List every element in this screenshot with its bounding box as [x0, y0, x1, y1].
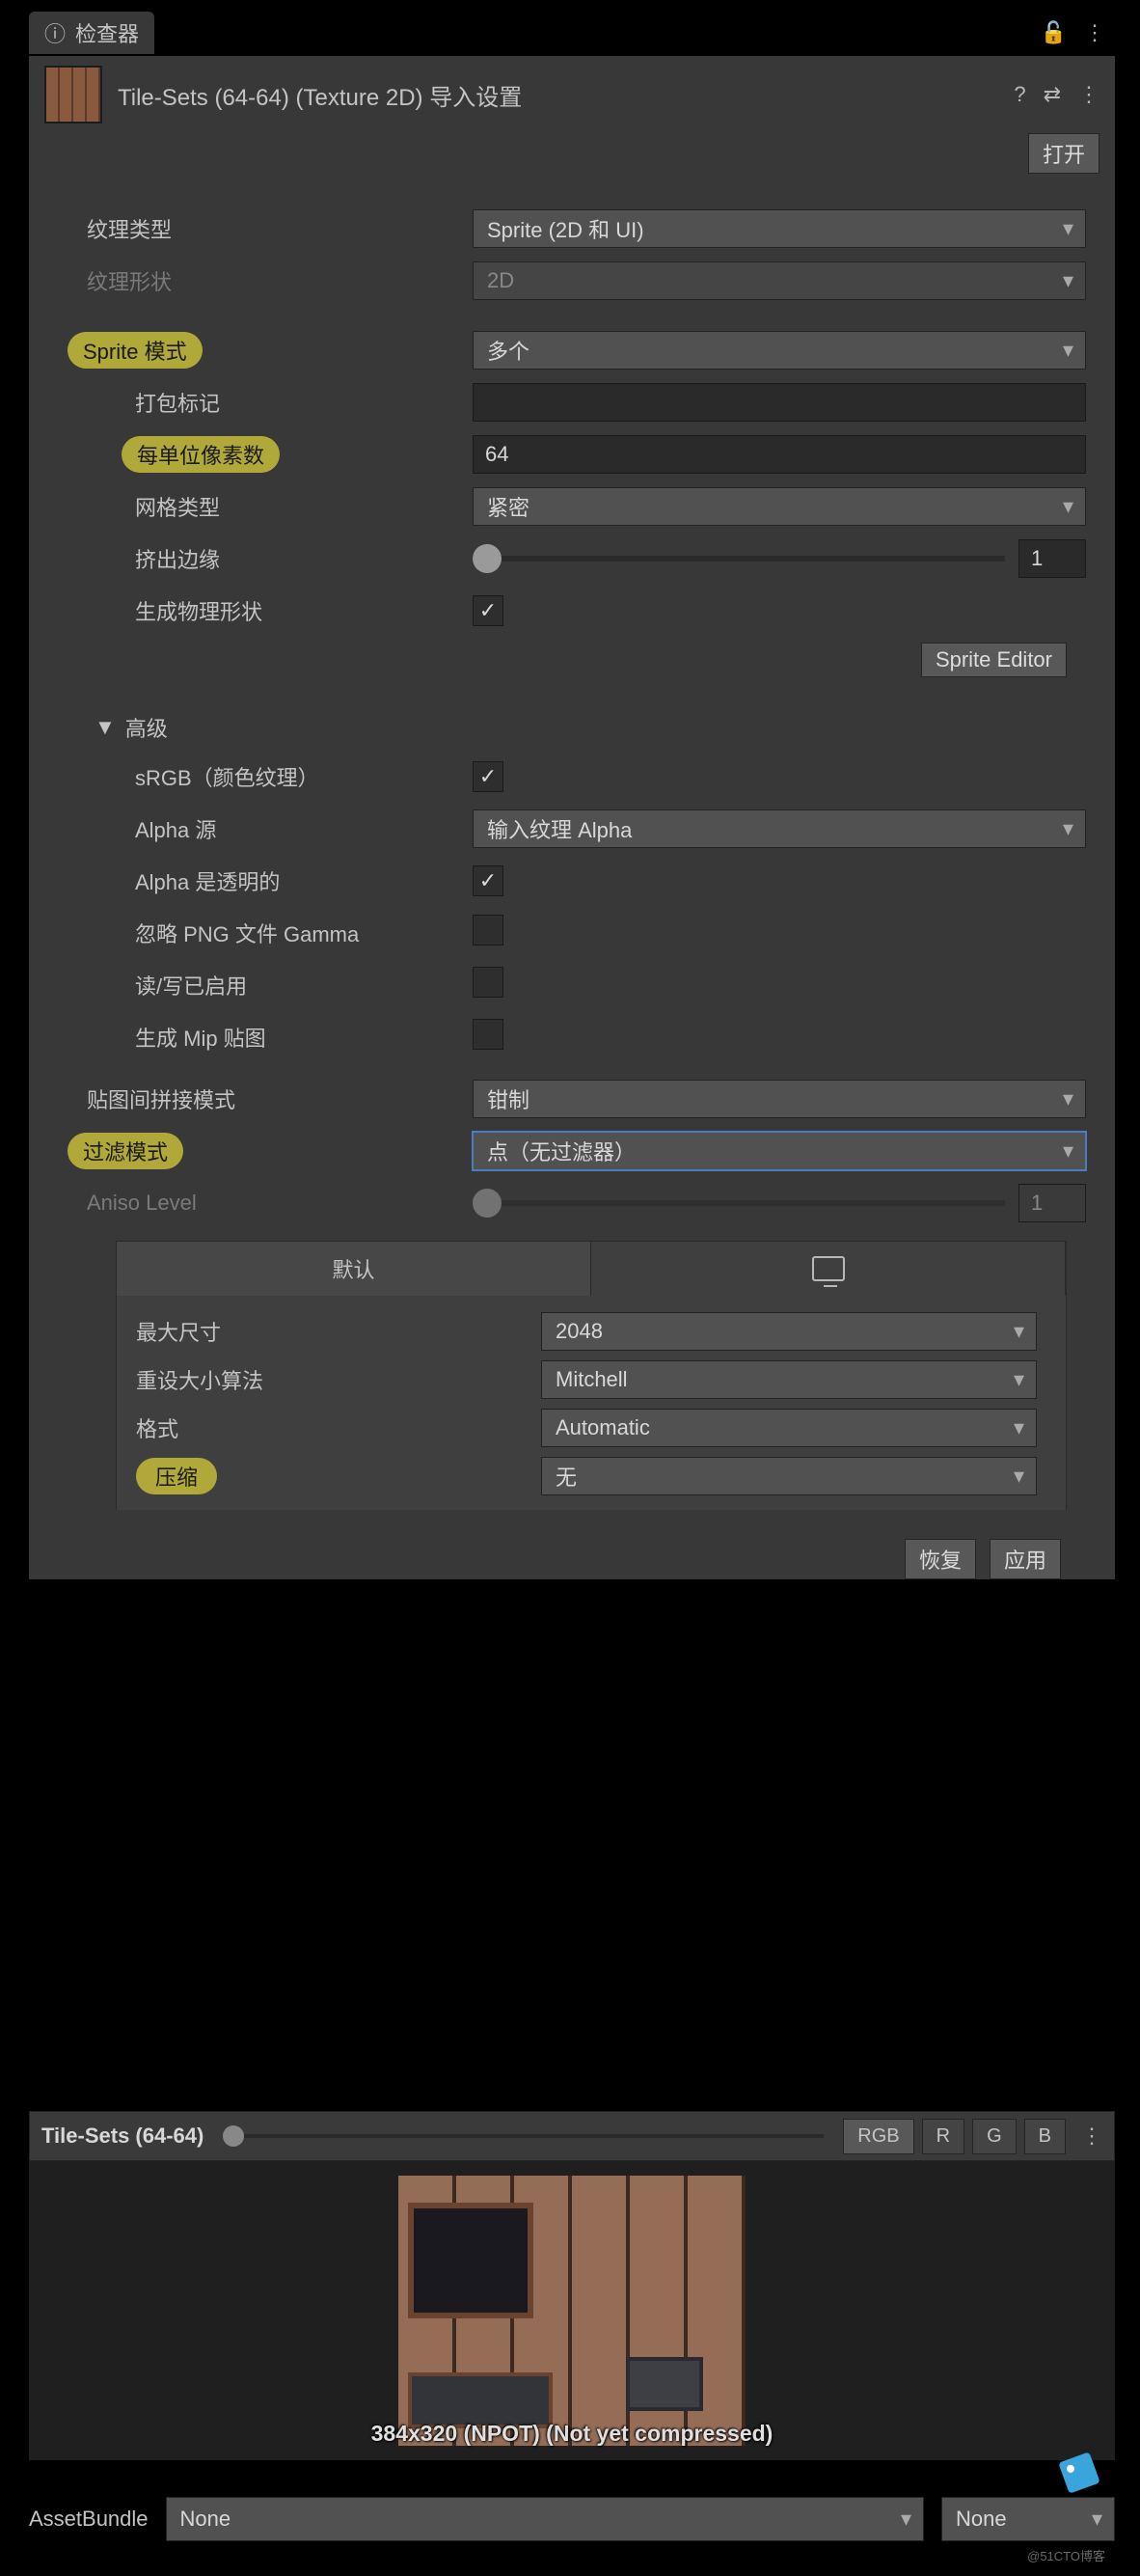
channel-g-button[interactable]: G — [972, 2119, 1017, 2154]
channel-r-button[interactable]: R — [922, 2119, 964, 2154]
label-srgb: sRGB（颜色纹理） — [68, 761, 473, 792]
label-resize-algo: 重设大小算法 — [136, 1364, 541, 1395]
slider-extrude[interactable] — [473, 556, 1005, 562]
dropdown-texture-type[interactable]: Sprite (2D 和 UI) — [473, 209, 1086, 248]
dropdown-mesh-type[interactable]: 紧密 — [473, 487, 1086, 526]
label-wrap-mode: 贴图间拼接模式 — [68, 1083, 473, 1114]
label-extrude: 挤出边缘 — [68, 543, 473, 574]
more-vert-icon[interactable]: ⋮ — [1078, 82, 1099, 107]
more-vert-icon[interactable]: ⋮ — [1081, 2124, 1102, 2149]
apply-button[interactable]: 应用 — [990, 1539, 1061, 1579]
dropdown-alpha-src[interactable]: 输入纹理 Alpha — [473, 809, 1086, 848]
dropdown-sprite-mode[interactable]: 多个 — [473, 331, 1086, 370]
chevron-down-icon: ▼ — [95, 715, 116, 740]
channel-b-button[interactable]: B — [1024, 2119, 1066, 2154]
dropdown-texture-shape: 2D — [473, 261, 1086, 300]
input-packing-tag[interactable] — [473, 383, 1086, 422]
preview-image: 384x320 (NPOT) (Not yet compressed) — [29, 2161, 1115, 2460]
info-icon: ⓘ — [44, 17, 66, 48]
preset-icon[interactable]: ⇄ — [1044, 82, 1061, 107]
label-alpha-trans: Alpha 是透明的 — [68, 865, 473, 896]
revert-button[interactable]: 恢复 — [905, 1539, 976, 1579]
lock-open-icon[interactable]: 🔓 — [1041, 20, 1067, 45]
label-packing-tag: 打包标记 — [68, 387, 473, 418]
monitor-icon — [812, 1256, 845, 1281]
preview-caption: 384x320 (NPOT) (Not yet compressed) — [29, 2421, 1115, 2447]
sprite-editor-button[interactable]: Sprite Editor — [921, 643, 1067, 677]
more-vert-icon[interactable]: ⋮ — [1084, 20, 1105, 45]
foldout-advanced[interactable]: ▼ 高级 — [68, 704, 1096, 751]
dropdown-wrap-mode[interactable]: 钳制 — [473, 1080, 1086, 1118]
label-compression: 压缩 — [136, 1458, 217, 1494]
tab-title: 检查器 — [75, 17, 139, 48]
dropdown-assetbundle-name[interactable]: None — [166, 2497, 924, 2541]
dropdown-assetbundle-variant[interactable]: None — [941, 2497, 1115, 2541]
label-rw-enabled: 读/写已启用 — [68, 970, 473, 1000]
label-filter-mode: 过滤模式 — [68, 1133, 183, 1169]
checkbox-alpha-trans[interactable]: ✓ — [473, 865, 503, 896]
channel-rgb-button[interactable]: RGB — [843, 2119, 913, 2154]
label-format: 格式 — [136, 1412, 541, 1443]
checkbox-gen-physics[interactable]: ✓ — [473, 595, 503, 626]
input-ppu[interactable] — [473, 435, 1086, 474]
label-texture-shape: 纹理形状 — [68, 265, 473, 296]
label-assetbundle: AssetBundle — [29, 2507, 149, 2532]
watermark: @51CTO博客 — [1027, 2546, 1105, 2564]
dropdown-format[interactable]: Automatic — [541, 1409, 1037, 1447]
checkbox-ignore-gamma[interactable] — [473, 915, 503, 945]
checkbox-rw-enabled[interactable] — [473, 967, 503, 998]
tab-default-platform[interactable]: 默认 — [117, 1242, 591, 1296]
tab-standalone-platform[interactable] — [591, 1242, 1066, 1296]
label-sprite-mode: Sprite 模式 — [68, 332, 203, 369]
preview-zoom-slider[interactable] — [223, 2134, 824, 2138]
asset-title: Tile-Sets (64-64) (Texture 2D) 导入设置 — [118, 78, 998, 112]
tab-inspector[interactable]: ⓘ 检查器 — [29, 12, 154, 54]
checkbox-gen-mip[interactable] — [473, 1019, 503, 1050]
dropdown-resize-algo[interactable]: Mitchell — [541, 1360, 1037, 1399]
help-icon[interactable]: ? — [1014, 82, 1025, 107]
label-texture-type: 纹理类型 — [68, 213, 473, 244]
preview-title: Tile-Sets (64-64) — [41, 2124, 204, 2149]
dropdown-compression[interactable]: 无 — [541, 1457, 1037, 1495]
dropdown-max-size[interactable]: 2048 — [541, 1312, 1037, 1351]
asset-thumbnail — [44, 66, 102, 123]
open-button[interactable]: 打开 — [1028, 133, 1099, 174]
label-max-size: 最大尺寸 — [136, 1316, 541, 1347]
label-mesh-type: 网格类型 — [68, 491, 473, 522]
input-aniso — [1018, 1184, 1086, 1222]
checkbox-srgb[interactable]: ✓ — [473, 761, 503, 792]
dropdown-filter-mode[interactable]: 点（无过滤器） — [473, 1132, 1086, 1170]
label-gen-mip: 生成 Mip 贴图 — [68, 1022, 473, 1053]
label-ignore-gamma: 忽略 PNG 文件 Gamma — [68, 918, 473, 948]
slider-aniso — [473, 1200, 1005, 1206]
label-gen-physics: 生成物理形状 — [68, 595, 473, 626]
label-alpha-src: Alpha 源 — [68, 813, 473, 844]
label-aniso: Aniso Level — [68, 1191, 473, 1216]
tab-default-label: 默认 — [332, 1253, 374, 1284]
label-advanced: 高级 — [125, 712, 168, 743]
label-ppu: 每单位像素数 — [122, 436, 280, 473]
input-extrude[interactable] — [1018, 539, 1086, 578]
